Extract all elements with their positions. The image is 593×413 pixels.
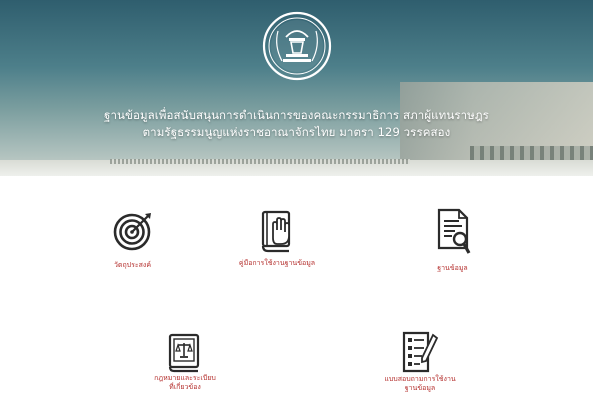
menu-label-laws-line1: กฎหมายและระเบียบ: [154, 374, 216, 382]
menu-label-survey-line2: ฐานข้อมูล: [404, 384, 436, 392]
hero-banner: ฐานข้อมูลเพื่อสนับสนุนการดำเนินการของคณะ…: [0, 0, 593, 176]
menu-item-database[interactable]: ฐานข้อมูล: [415, 208, 490, 273]
menu-item-survey[interactable]: แบบสอบถามการใช้งาน ฐานข้อมูล: [375, 331, 465, 393]
survey-form-icon: [402, 331, 439, 373]
menu-label-laws-line2: ที่เกี่ยวข้อง: [169, 383, 201, 391]
menu-label-manual: คู่มือการใช้งานฐานข้อมูล: [238, 259, 316, 267]
page-subtitle: ตามรัฐธรรมนูญแห่งราชอาณาจักรไทย มาตรา 12…: [142, 125, 451, 139]
manual-book-icon: [261, 210, 291, 253]
document-search-icon: [437, 208, 470, 254]
hero-fence: [110, 159, 410, 164]
menu-item-laws[interactable]: กฎหมายและระเบียบ ที่เกี่ยวข้อง: [142, 333, 228, 392]
page-title: ฐานข้อมูลเพื่อสนับสนุนการดำเนินการของคณะ…: [104, 108, 489, 122]
menu-label-survey-line1: แบบสอบถามการใช้งาน: [384, 375, 456, 383]
menu-label-objectives: วัตถุประสงค์: [113, 261, 152, 269]
menu-label-database: ฐานข้อมูล: [437, 264, 468, 272]
menu-item-manual[interactable]: คู่มือการใช้งานฐานข้อมูล: [222, 208, 332, 268]
menu-item-objectives[interactable]: วัตถุประสงค์: [95, 210, 170, 270]
law-book-icon: [168, 333, 200, 373]
parliament-seal-icon: [262, 11, 332, 81]
target-icon: [113, 213, 151, 251]
